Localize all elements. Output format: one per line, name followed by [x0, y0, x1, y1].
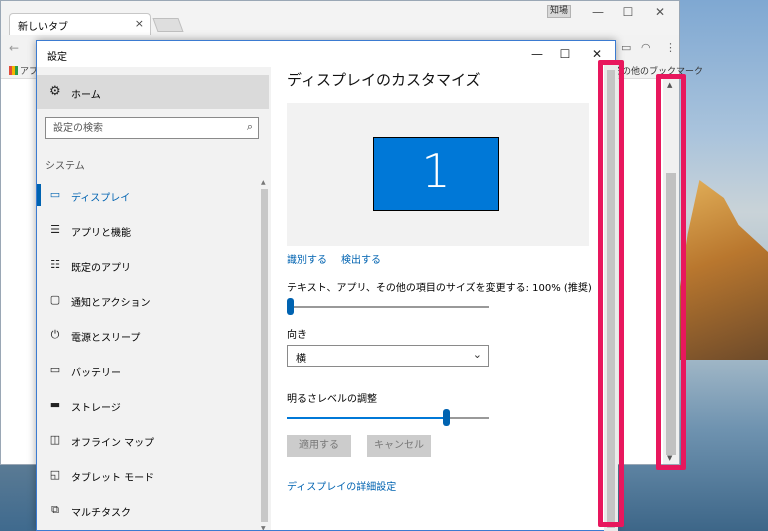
slider-track — [287, 306, 489, 308]
sidebar-scroll-thumb[interactable] — [261, 189, 268, 522]
cancel-button[interactable]: キャンセル — [367, 435, 431, 457]
apps-icon — [9, 66, 18, 75]
sidebar-item-label: オフライン マップ — [71, 438, 155, 449]
browser-titlebar: 新しいタブ × 知場 — ☐ ✕ — [1, 1, 679, 35]
cast-icon[interactable]: ▭ — [621, 41, 631, 54]
settings-window-title: 設定 — [47, 52, 67, 63]
orientation-select[interactable]: 横 ⌄ — [287, 345, 489, 367]
nav-home[interactable]: ⚙ ホーム — [37, 75, 269, 109]
slider-fill — [287, 417, 446, 419]
sidebar-item-battery[interactable]: ▭ バッテリー — [37, 353, 261, 387]
default-apps-icon: ☷ — [50, 258, 60, 271]
settings-search-input[interactable] — [46, 118, 236, 138]
sidebar-item-default-apps[interactable]: ☷ 既定のアプリ — [37, 248, 261, 282]
nav-section-label: システム — [45, 161, 85, 172]
orientation-value: 横 — [296, 354, 306, 365]
sidebar-item-label: 既定のアプリ — [71, 263, 131, 274]
storage-icon: ▬ — [49, 398, 61, 411]
sidebar-item-label: バッテリー — [71, 368, 121, 379]
browser-minimize-button[interactable]: — — [583, 5, 613, 21]
sidebar-item-apps-features[interactable]: ☰ アプリと機能 — [37, 213, 261, 247]
back-arrow-icon[interactable]: ← — [9, 41, 19, 55]
monitor-1[interactable]: 1 — [373, 137, 499, 211]
sidebar-item-display[interactable]: ▭ ディスプレイ — [37, 178, 261, 212]
display-settings-pane: ディスプレイのカスタマイズ 1 識別する 検出する テキスト、アプリ、その他の項… — [271, 67, 615, 530]
slider-thumb[interactable] — [287, 298, 294, 315]
orientation-label: 向き — [287, 330, 307, 341]
brightness-slider[interactable] — [287, 408, 489, 428]
sidebar-item-label: タブレット モード — [71, 473, 155, 484]
browser-user-badge[interactable]: 知場 — [547, 5, 571, 18]
sidebar-item-label: ストレージ — [71, 403, 121, 414]
browser-tab[interactable]: 新しいタブ × — [9, 13, 151, 35]
sidebar-item-power-sleep[interactable]: ⏻ 電源とスリープ — [37, 318, 261, 352]
browser-close-button[interactable]: ✕ — [645, 5, 675, 21]
sidebar-item-notifications[interactable]: ▢ 通知とアクション — [37, 283, 261, 317]
sidebar-item-label: マルチタスク — [71, 508, 131, 519]
settings-titlebar: 設定 — ☐ ✕ — [37, 41, 615, 67]
battery-icon: ▭ — [49, 363, 61, 376]
settings-sidebar: ⚙ ホーム ⌕ システム ▭ ディスプレイ ☰ アプリと機能 ☷ 既定のアプリ … — [37, 67, 271, 530]
new-tab-button[interactable] — [152, 18, 184, 32]
highlight-box-browser-scrollbar — [656, 74, 686, 470]
notification-icon: ▢ — [49, 293, 61, 306]
multitask-icon: ⧉ — [51, 503, 59, 516]
scale-slider[interactable] — [287, 297, 489, 317]
sidebar-item-storage[interactable]: ▬ ストレージ — [37, 388, 261, 422]
chevron-down-icon: ⌄ — [472, 348, 482, 361]
menu-icon[interactable]: ⋮ — [665, 41, 676, 54]
page-title: ディスプレイのカスタマイズ — [287, 71, 481, 89]
apps-shortcut[interactable]: アプ — [9, 64, 38, 77]
settings-window: 設定 — ☐ ✕ ⚙ ホーム ⌕ システム ▭ ディスプレイ ☰ アプリと機能 … — [36, 40, 616, 531]
sidebar-scrollbar[interactable]: ▲ ▼ — [260, 179, 269, 530]
highlight-box-settings-scrollbar — [598, 60, 624, 527]
scroll-up-arrow-icon[interactable]: ▲ — [261, 179, 266, 186]
brightness-label: 明るさレベルの調整 — [287, 394, 377, 405]
sidebar-item-tablet-mode[interactable]: ◱ タブレット モード — [37, 458, 261, 492]
settings-maximize-button[interactable]: ☐ — [551, 45, 579, 63]
nav-home-label: ホーム — [71, 90, 101, 101]
tab-close-icon[interactable]: × — [135, 17, 144, 30]
browser-maximize-button[interactable]: ☐ — [613, 5, 643, 21]
search-icon[interactable]: ⌕ — [247, 120, 253, 134]
scroll-down-arrow-icon[interactable]: ▼ — [261, 525, 266, 530]
power-icon: ⏻ — [50, 328, 60, 341]
settings-minimize-button[interactable]: — — [523, 45, 551, 63]
browser-tab-title: 新しいタブ — [18, 22, 68, 33]
tablet-icon: ◱ — [49, 468, 61, 481]
gear-icon: ⚙ — [49, 84, 61, 99]
display-preview: 1 — [287, 103, 589, 246]
map-icon: ◫ — [49, 433, 61, 446]
wifi-icon[interactable]: ◠ — [641, 41, 651, 54]
sidebar-item-label: 通知とアクション — [71, 298, 151, 309]
monitor-icon: ▭ — [49, 188, 61, 201]
sidebar-item-label: 電源とスリープ — [71, 333, 141, 344]
sidebar-item-multitask[interactable]: ⧉ マルチタスク — [37, 493, 261, 527]
sidebar-item-label: アプリと機能 — [71, 228, 131, 239]
scale-label: テキスト、アプリ、その他の項目のサイズを変更する: 100% (推奨) — [287, 283, 592, 294]
sidebar-item-label: ディスプレイ — [71, 193, 131, 204]
detect-link[interactable]: 検出する — [341, 251, 381, 266]
monitor-number: 1 — [421, 144, 451, 198]
advanced-display-settings-link[interactable]: ディスプレイの詳細設定 — [287, 478, 396, 493]
apply-button[interactable]: 適用する — [287, 435, 351, 457]
settings-search-box[interactable]: ⌕ — [45, 117, 259, 139]
list-icon: ☰ — [50, 223, 60, 236]
sidebar-item-offline-maps[interactable]: ◫ オフライン マップ — [37, 423, 261, 457]
identify-link[interactable]: 識別する — [287, 251, 327, 266]
slider-thumb[interactable] — [443, 409, 450, 426]
